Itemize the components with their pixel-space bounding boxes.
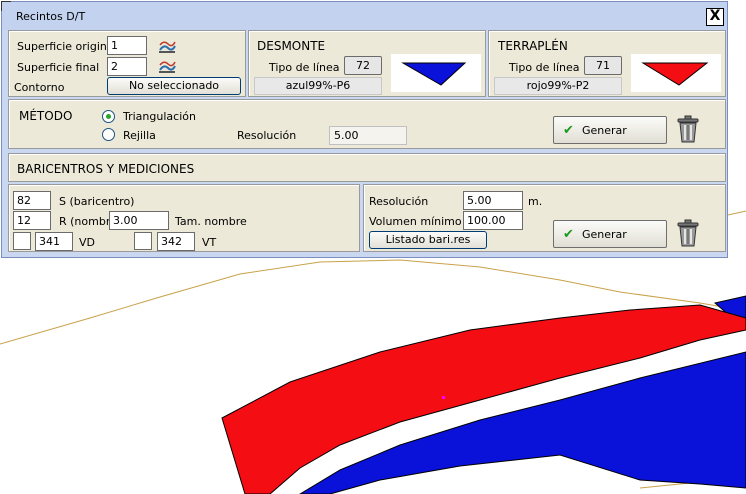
vd-label: VD (79, 236, 95, 249)
triangulacion-label[interactable]: Triangulación (123, 110, 196, 123)
vt-label: VT (202, 236, 217, 249)
desmonte-line-type-input[interactable]: 72 (344, 56, 382, 75)
terraplen-header: TERRAPLÉN (498, 39, 568, 53)
final-surface-input[interactable]: 2 (107, 57, 147, 76)
desmonte-header: DESMONTE (257, 39, 326, 53)
terraplen-swatch-shape (641, 62, 709, 86)
close-button[interactable]: X (706, 8, 724, 26)
r-input[interactable]: 12 (13, 211, 51, 230)
vt-checkbox[interactable] (134, 232, 152, 250)
s-input[interactable]: 82 (13, 191, 51, 210)
terraplen-line-type-input[interactable]: 71 (584, 56, 622, 75)
desmonte-swatch-shape (401, 62, 467, 86)
terraplen-color-field[interactable]: rojo99%-P2 (494, 77, 622, 95)
check-icon: ✔ (563, 123, 574, 138)
min-volume-label: Volumen mínimo (369, 215, 462, 228)
pick-surface-icon[interactable] (158, 38, 176, 54)
baricentros-left-panel: 82 S (baricentro) 12 R (nombre 3.00 Tam.… (8, 184, 360, 252)
cut-triangle-icon (401, 62, 467, 86)
baricentros-header-panel: BARICENTROS Y MEDICIONES (8, 153, 726, 182)
desmonte-swatch[interactable] (391, 54, 481, 92)
tam-input[interactable]: 3.00 (109, 211, 169, 230)
trash-icon[interactable] (675, 114, 701, 144)
baricentros-header: BARICENTROS Y MEDICIONES (17, 162, 195, 176)
bari-generate-button[interactable]: ✔ Generar (553, 220, 667, 248)
baricentros-right-panel: Resolución 5.00 m. Volumen mínimo 100.00… (363, 184, 726, 252)
terraplen-line-type-label: Tipo de línea (509, 61, 580, 74)
pick-surface-icon[interactable] (158, 58, 176, 74)
surfaces-panel: Superficie original 1 Superficie final 2… (8, 30, 246, 97)
min-volume-input[interactable]: 100.00 (463, 211, 523, 230)
dialog-titlebar[interactable]: Recintos D/T X (2, 2, 727, 30)
contorno-label: Contorno (14, 81, 65, 94)
metodo-panel: MÉTODO Triangulación Rejilla Resolución … (8, 99, 726, 149)
bari-resolution-label: Resolución (369, 195, 429, 208)
trash-icon[interactable] (675, 218, 701, 248)
metodo-resolution-input[interactable]: 5.00 (329, 126, 407, 145)
rejilla-radio[interactable] (102, 128, 115, 141)
metodo-generate-label: Generar (582, 124, 627, 137)
terraplen-swatch[interactable] (631, 54, 721, 92)
bari-generate-label: Generar (582, 228, 627, 241)
point-marker (442, 396, 445, 399)
original-surface-label: Superficie original (17, 40, 117, 53)
desmonte-color-field[interactable]: azul99%-P6 (254, 77, 382, 95)
s-label: S (baricentro) (59, 195, 135, 208)
bari-resolution-input[interactable]: 5.00 (463, 191, 523, 210)
check-icon: ✔ (563, 227, 574, 242)
metodo-resolution-label: Resolución (237, 129, 297, 142)
bari-resolution-unit: m. (528, 195, 543, 208)
tam-label: Tam. nombre (175, 215, 247, 228)
vd-input[interactable]: 341 (35, 232, 73, 251)
listado-button[interactable]: Listado bari.res (369, 231, 487, 249)
dialog-title: Recintos D/T (16, 10, 86, 23)
vt-input[interactable]: 342 (157, 232, 195, 251)
recintos-dialog: P Recintos D/T X Superficie original 1 S… (1, 1, 728, 258)
triangulacion-radio[interactable] (102, 110, 115, 123)
metodo-generate-button[interactable]: ✔ Generar (553, 116, 667, 144)
metodo-header: MÉTODO (19, 109, 73, 123)
final-surface-label: Superficie final (17, 61, 100, 74)
terrain-contour-line (727, 210, 746, 216)
rejilla-label[interactable]: Rejilla (123, 129, 156, 142)
vd-checkbox[interactable] (13, 232, 31, 250)
original-surface-input[interactable]: 1 (107, 36, 147, 55)
fill-triangle-icon (641, 62, 709, 86)
desmonte-panel: DESMONTE Tipo de línea 72 azul99%-P6 (248, 30, 486, 97)
terraplen-panel: TERRAPLÉN Tipo de línea 71 rojo99%-P2 (488, 30, 726, 97)
contorno-select-button[interactable]: No seleccionado (107, 77, 241, 95)
desmonte-line-type-label: Tipo de línea (269, 61, 340, 74)
